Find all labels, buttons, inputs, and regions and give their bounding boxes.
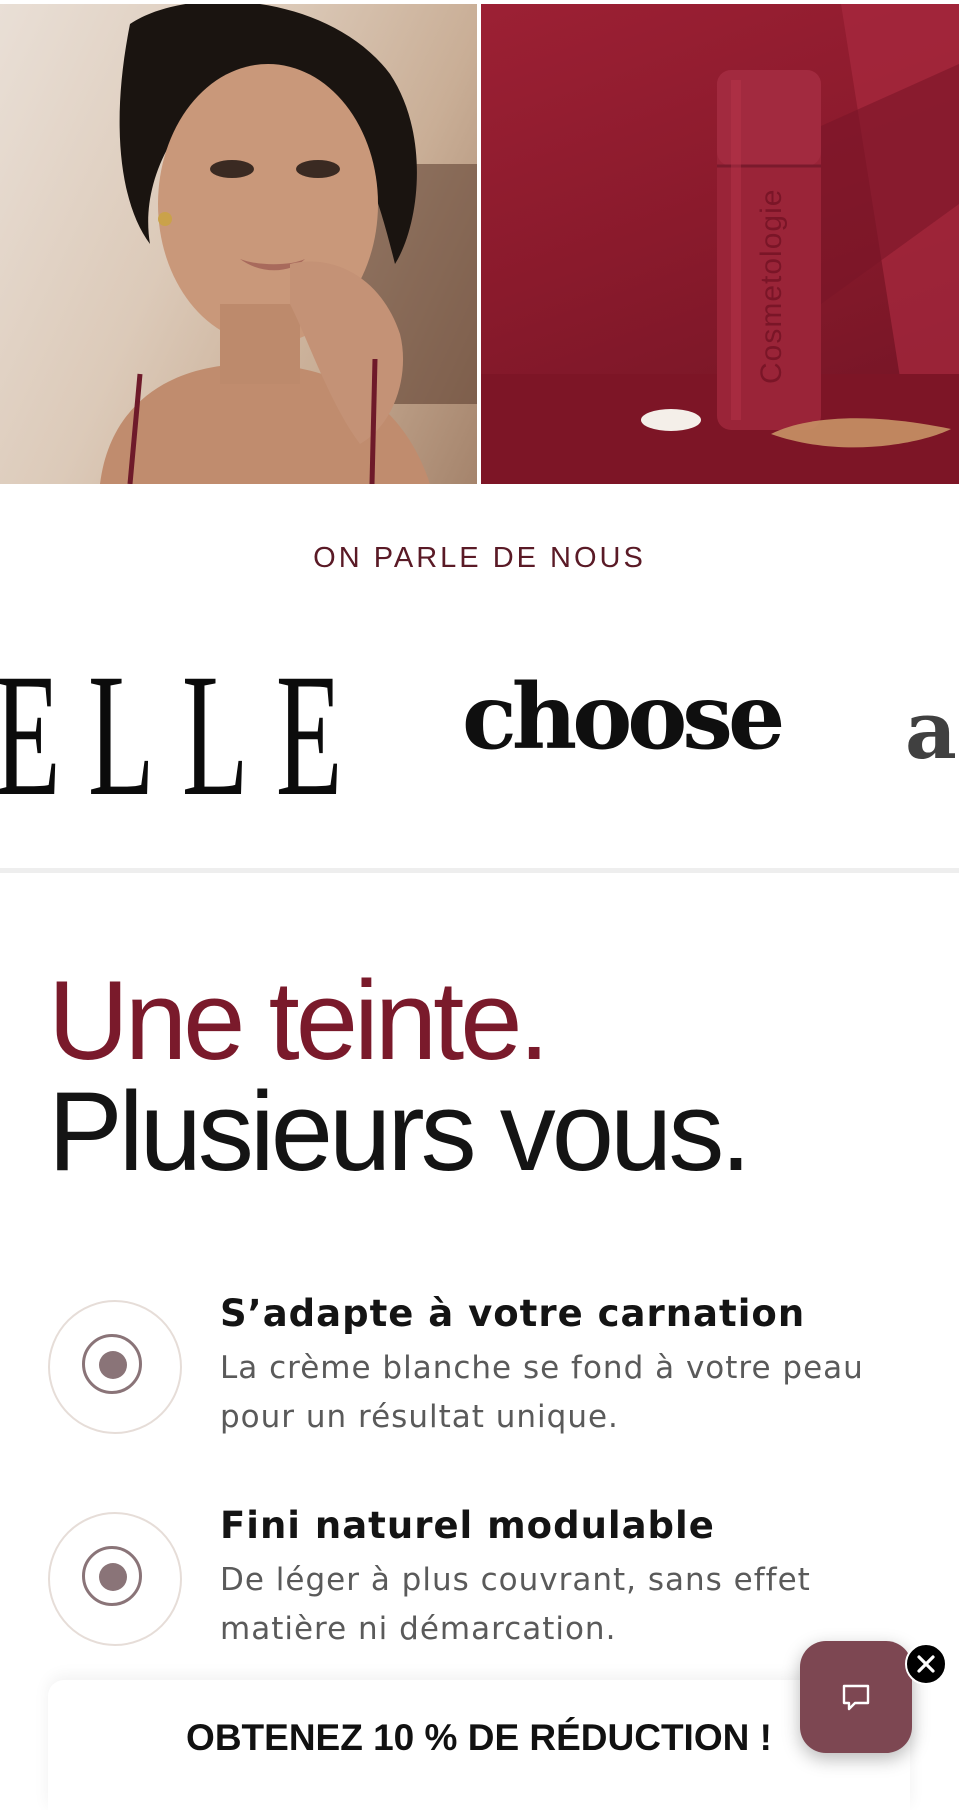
close-icon xyxy=(917,1655,935,1673)
discount-promo-text[interactable]: OBTENEZ 10 % DE RÉDUCTION ! xyxy=(48,1717,910,1759)
section-headline: Une teinte. Plusieurs vous. xyxy=(48,958,751,1194)
chat-button[interactable] xyxy=(800,1641,912,1753)
press-logo-carousel: ELLE choose a xyxy=(0,640,959,811)
feature-title: Fini naturel modulable xyxy=(220,1504,715,1547)
model-portrait-illustration xyxy=(100,4,477,484)
section-divider xyxy=(0,868,959,873)
feature-description: La crème blanche se fond à votre peau po… xyxy=(220,1350,864,1435)
chat-bubble-icon xyxy=(842,1684,870,1711)
product-bottle-illustration: Cosmetologie xyxy=(481,4,959,484)
headline-line-1: Une teinte. xyxy=(48,958,550,1083)
feature-item: S’adapte à votre carnation La crème blan… xyxy=(0,1292,959,1450)
hero-images: Cosmetologie xyxy=(0,0,959,484)
elle-logo: ELLE xyxy=(0,640,370,811)
choose-logo: choose xyxy=(462,664,785,770)
headline-line-2: Plusieurs vous. xyxy=(48,1069,751,1194)
feature-item: Fini naturel modulable De léger à plus c… xyxy=(0,1504,959,1662)
discount-promo-banner[interactable]: OBTENEZ 10 % DE RÉDUCTION ! xyxy=(48,1680,910,1810)
radio-target-icon xyxy=(48,1300,182,1434)
close-promo-button[interactable] xyxy=(905,1643,947,1685)
product-brand-text: Cosmetologie xyxy=(755,189,788,384)
feature-description: De léger à plus couvrant, sans effet mat… xyxy=(220,1562,811,1647)
press-section-label: ON PARLE DE NOUS xyxy=(313,542,646,574)
product-image: Cosmetologie xyxy=(481,4,959,484)
radio-target-icon xyxy=(48,1512,182,1646)
model-portrait-image xyxy=(0,4,477,484)
feature-title: S’adapte à votre carnation xyxy=(220,1292,806,1335)
partial-logo: a xyxy=(905,683,957,777)
